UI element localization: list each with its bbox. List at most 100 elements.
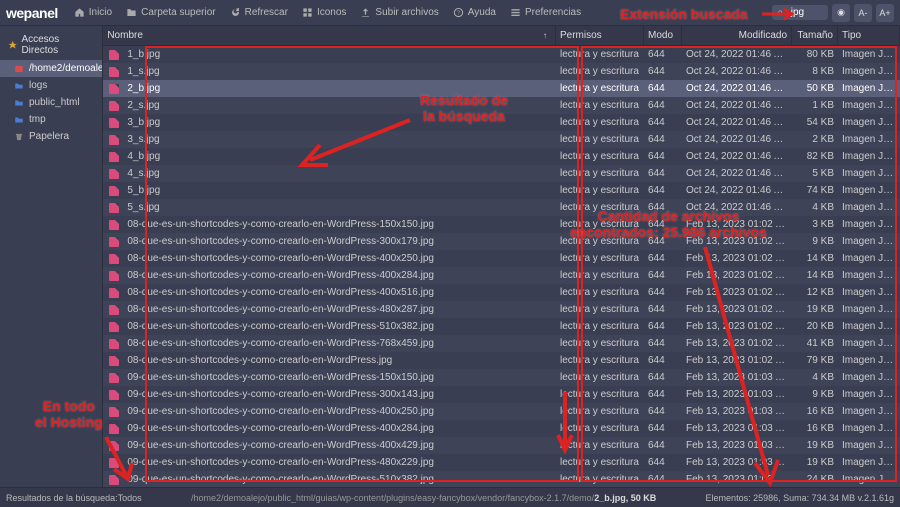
table-row[interactable]: 5_s.jpg lectura y escritura 644 Oct 24, … [103, 199, 900, 216]
status-results: Resultados de la búsqueda:Todos [0, 493, 148, 503]
sort-arrow-icon: ↑ [543, 31, 547, 40]
table-row[interactable]: 08-que-es-un-shortcodes-y-como-crearlo-e… [103, 216, 900, 233]
table-row[interactable]: 4_b.jpg lectura y escritura 644 Oct 24, … [103, 148, 900, 165]
table-row[interactable]: 1_s.jpg lectura y escritura 644 Oct 24, … [103, 63, 900, 80]
table-header: Nombre↑ Permisos Modo Modificado Tamaño … [103, 26, 900, 46]
file-icon [109, 50, 119, 60]
table-row[interactable]: 08-que-es-un-shortcodes-y-como-crearlo-e… [103, 284, 900, 301]
star-icon [8, 40, 17, 50]
help-button[interactable]: ?Ayuda [447, 4, 502, 21]
col-permisos[interactable]: Permisos [556, 26, 644, 45]
file-icon [109, 271, 119, 281]
folder-icon [14, 98, 24, 108]
col-tamano[interactable]: Tamaño [792, 26, 838, 45]
file-icon [109, 203, 119, 213]
col-modificado[interactable]: Modificado [682, 26, 792, 45]
status-path: /home2/demoalejo/public_html/guias/wp-co… [148, 493, 700, 503]
sidebar-item-1[interactable]: logs [0, 77, 102, 94]
table-row[interactable]: 09-que-es-un-shortcodes-y-como-crearlo-e… [103, 369, 900, 386]
search-box[interactable] [772, 5, 828, 20]
table-row[interactable]: 09-que-es-un-shortcodes-y-como-crearlo-e… [103, 437, 900, 454]
file-icon [109, 305, 119, 315]
font-smaller-button[interactable]: A- [854, 4, 872, 22]
table-row[interactable]: 08-que-es-un-shortcodes-y-como-crearlo-e… [103, 267, 900, 284]
col-tipo[interactable]: Tipo [838, 26, 900, 45]
refresh-icon [230, 7, 241, 18]
file-icon [109, 356, 119, 366]
file-icon [109, 475, 119, 485]
table-row[interactable]: 09-que-es-un-shortcodes-y-como-crearlo-e… [103, 403, 900, 420]
sidebar-item-4[interactable]: Papelera [0, 128, 102, 145]
sidebar-item-2[interactable]: public_html [0, 94, 102, 111]
upload-icon [360, 7, 371, 18]
table-row[interactable]: 08-que-es-un-shortcodes-y-como-crearlo-e… [103, 335, 900, 352]
file-rows: 1_b.jpg lectura y escritura 644 Oct 24, … [103, 46, 900, 487]
status-elements: Elementos: 25986, Suma: 734.34 MB v.2.1.… [700, 493, 900, 503]
sidebar-shortcuts-header: Accesos Directos [0, 30, 102, 60]
sidebar: Accesos Directos /home2/demoalejologspub… [0, 26, 103, 487]
col-modo[interactable]: Modo [644, 26, 682, 45]
table-row[interactable]: 2_s.jpg lectura y escritura 644 Oct 24, … [103, 97, 900, 114]
view-toggle-button[interactable]: ◉ [832, 4, 850, 22]
toolbar: wepanel Inicio Carpeta superior Refresca… [0, 0, 900, 26]
file-icon [109, 339, 119, 349]
table-row[interactable]: 08-que-es-un-shortcodes-y-como-crearlo-e… [103, 352, 900, 369]
file-icon [109, 373, 119, 383]
up-folder-button[interactable]: Carpeta superior [120, 4, 221, 21]
file-icon [109, 322, 119, 332]
svg-text:?: ? [457, 11, 460, 17]
table-row[interactable]: 3_s.jpg lectura y escritura 644 Oct 24, … [103, 131, 900, 148]
folder-icon [14, 115, 24, 125]
file-icon [109, 84, 119, 94]
col-nombre[interactable]: Nombre↑ [103, 26, 556, 45]
table-row[interactable]: 09-que-es-un-shortcodes-y-como-crearlo-e… [103, 471, 900, 487]
brand-logo: wepanel [6, 5, 58, 21]
help-icon: ? [453, 7, 464, 18]
file-list-panel: Nombre↑ Permisos Modo Modificado Tamaño … [103, 26, 900, 487]
upload-button[interactable]: Subir archivos [354, 4, 444, 21]
file-icon [109, 458, 119, 468]
folder-icon [14, 81, 24, 91]
file-icon [109, 288, 119, 298]
table-row[interactable]: 2_b.jpg lectura y escritura 644 Oct 24, … [103, 80, 900, 97]
file-icon [109, 169, 119, 179]
sidebar-item-3[interactable]: tmp [0, 111, 102, 128]
folder-up-icon [126, 7, 137, 18]
file-icon [109, 152, 119, 162]
search-icon [778, 8, 784, 18]
file-icon [109, 135, 119, 145]
table-row[interactable]: 08-que-es-un-shortcodes-y-como-crearlo-e… [103, 250, 900, 267]
file-icon [109, 407, 119, 417]
table-row[interactable]: 1_b.jpg lectura y escritura 644 Oct 24, … [103, 46, 900, 63]
table-row[interactable]: 08-que-es-un-shortcodes-y-como-crearlo-e… [103, 318, 900, 335]
status-bar: Resultados de la búsqueda:Todos /home2/d… [0, 487, 900, 507]
sidebar-item-0[interactable]: /home2/demoalejo [0, 60, 102, 77]
main-area: Accesos Directos /home2/demoalejologspub… [0, 26, 900, 487]
home-icon [74, 7, 85, 18]
file-icon [109, 390, 119, 400]
search-input[interactable] [788, 7, 822, 18]
icons-view-button[interactable]: Iconos [296, 4, 352, 21]
table-row[interactable]: 09-que-es-un-shortcodes-y-como-crearlo-e… [103, 454, 900, 471]
file-icon [109, 237, 119, 247]
file-icon [109, 118, 119, 128]
home-button[interactable]: Inicio [68, 4, 118, 21]
file-icon [109, 220, 119, 230]
list-icon [510, 7, 521, 18]
refresh-button[interactable]: Refrescar [224, 4, 294, 21]
file-icon [109, 441, 119, 451]
table-row[interactable]: 09-que-es-un-shortcodes-y-como-crearlo-e… [103, 420, 900, 437]
table-row[interactable]: 09-que-es-un-shortcodes-y-como-crearlo-e… [103, 386, 900, 403]
file-icon [109, 254, 119, 264]
table-row[interactable]: 08-que-es-un-shortcodes-y-como-crearlo-e… [103, 233, 900, 250]
table-row[interactable]: 4_s.jpg lectura y escritura 644 Oct 24, … [103, 165, 900, 182]
preferences-button[interactable]: Preferencias [504, 4, 587, 21]
table-row[interactable]: 3_b.jpg lectura y escritura 644 Oct 24, … [103, 114, 900, 131]
font-larger-button[interactable]: A+ [876, 4, 894, 22]
file-icon [109, 67, 119, 77]
file-icon [109, 101, 119, 111]
file-icon [109, 424, 119, 434]
table-row[interactable]: 5_b.jpg lectura y escritura 644 Oct 24, … [103, 182, 900, 199]
table-row[interactable]: 08-que-es-un-shortcodes-y-como-crearlo-e… [103, 301, 900, 318]
grid-icon [302, 7, 313, 18]
